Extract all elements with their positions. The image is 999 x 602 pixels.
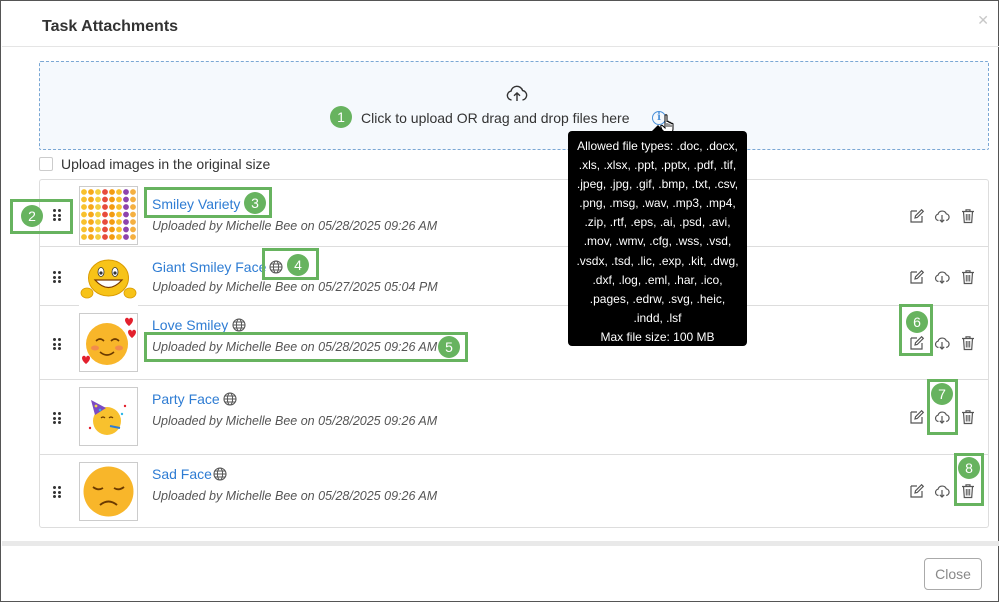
globe-icon (232, 318, 246, 332)
callout-badge: 4 (287, 254, 309, 276)
attachment-uploaded-info: Uploaded by Michelle Bee on 05/27/2025 0… (152, 280, 438, 294)
attachment-row: Sad Face Uploaded by Michelle Bee on 05/… (40, 455, 988, 527)
edit-icon[interactable] (909, 409, 925, 425)
attachment-thumbnail[interactable] (79, 186, 138, 245)
dialog: Task Attachments ✕ Click to upload OR dr… (0, 0, 999, 602)
file-types-tooltip: Allowed file types: .doc, .docx, .xls, .… (568, 125, 747, 346)
callout-badge: 7 (931, 383, 953, 405)
tooltip-line: .jpeg, .jpg, .gif, .bmp, .txt, .csv, (576, 177, 739, 192)
tooltip-max-size: Max file size: 100 MB (600, 329, 715, 344)
dialog-header: Task Attachments ✕ (2, 2, 999, 47)
attachment-name-link[interactable]: Sad Face (152, 466, 212, 482)
trash-icon[interactable] (960, 335, 976, 351)
globe-icon (223, 392, 237, 406)
close-x-icon[interactable]: ✕ (977, 12, 989, 29)
callout-badge: 1 (330, 106, 352, 128)
footer-divider (2, 541, 999, 546)
love-smiley-image (82, 317, 136, 365)
attachment-uploaded-info: Uploaded by Michelle Bee on 05/28/2025 0… (152, 489, 438, 503)
attachment-thumbnail[interactable] (79, 313, 138, 372)
tooltip-line: .zip, .rtf, .eps, .ai, .psd, .avi, (584, 215, 731, 230)
edit-icon[interactable] (909, 269, 925, 285)
attachment-uploaded-info: Uploaded by Michelle Bee on 05/28/2025 0… (152, 219, 438, 233)
download-icon[interactable] (934, 335, 950, 351)
download-icon[interactable] (934, 208, 950, 224)
close-button[interactable]: Close (924, 558, 982, 590)
attachment-thumbnail[interactable] (79, 387, 138, 446)
tooltip-line: .mov, .wmv, .cfg, .wss, .vsd, (583, 234, 732, 249)
tooltip-line: Allowed file types: .doc, .docx, (577, 139, 738, 153)
attachment-thumbnail[interactable] (79, 462, 138, 521)
drag-handle-icon[interactable] (53, 486, 61, 498)
cloud-upload-icon (506, 85, 528, 101)
drag-handle-icon[interactable] (53, 338, 61, 350)
attachment-name-link[interactable]: Love Smiley (152, 317, 228, 333)
smiley-grid-image (80, 187, 137, 244)
giant-smiley-image (80, 259, 137, 299)
edit-icon[interactable] (909, 483, 925, 499)
callout-badge: 3 (244, 192, 266, 214)
trash-icon[interactable] (960, 409, 976, 425)
upload-dropzone[interactable]: Click to upload OR drag and drop files h… (39, 61, 989, 150)
attachment-uploaded-info: Uploaded by Michelle Bee on 05/28/2025 0… (152, 414, 438, 428)
download-icon[interactable] (934, 269, 950, 285)
original-size-label: Upload images in the original size (61, 156, 271, 172)
tooltip-line: .vsdx, .tsd, .lic, .exp, .kit, .dwg, (576, 253, 739, 268)
attachment-thumbnail[interactable] (79, 250, 138, 309)
attachment-name-link[interactable]: Party Face (152, 391, 220, 407)
callout-badge: 6 (906, 311, 928, 333)
callout-badge: 2 (21, 205, 43, 227)
callout-badge: 5 (438, 336, 460, 358)
tooltip-line: .pages, .edrw, .svg, .heic, (589, 291, 726, 306)
tooltip-line: .png, .msg, .wav, .mp3, .mp4, (579, 196, 736, 211)
download-icon[interactable] (934, 483, 950, 499)
dialog-title: Task Attachments (42, 18, 179, 35)
attachment-row: Giant Smiley Face Uploaded by Michelle B… (40, 247, 988, 309)
tooltip-line: .indd, .lsf (633, 310, 682, 325)
globe-icon (213, 467, 227, 481)
drag-handle-icon[interactable] (53, 412, 61, 424)
original-size-checkbox[interactable] (39, 157, 53, 171)
party-face-image (88, 400, 127, 435)
tooltip-line: .dxf, .log, .eml, .har, .ico, (592, 272, 723, 287)
tooltip-line: .xls, .xlsx, .ppt, .pptx, .pdf, .tif, (578, 158, 737, 173)
trash-icon[interactable] (960, 269, 976, 285)
callout-badge: 8 (958, 457, 980, 479)
callout-highlight (144, 332, 468, 362)
upload-instructions: Click to upload OR drag and drop files h… (361, 110, 630, 126)
attachment-name-link[interactable]: Giant Smiley Face (152, 259, 266, 275)
sad-face-image (83, 466, 134, 517)
attachment-row: Party Face Uploaded by Michelle Bee on 0… (40, 380, 988, 455)
trash-icon[interactable] (960, 208, 976, 224)
edit-icon[interactable] (909, 208, 925, 224)
drag-handle-icon[interactable] (53, 271, 61, 283)
